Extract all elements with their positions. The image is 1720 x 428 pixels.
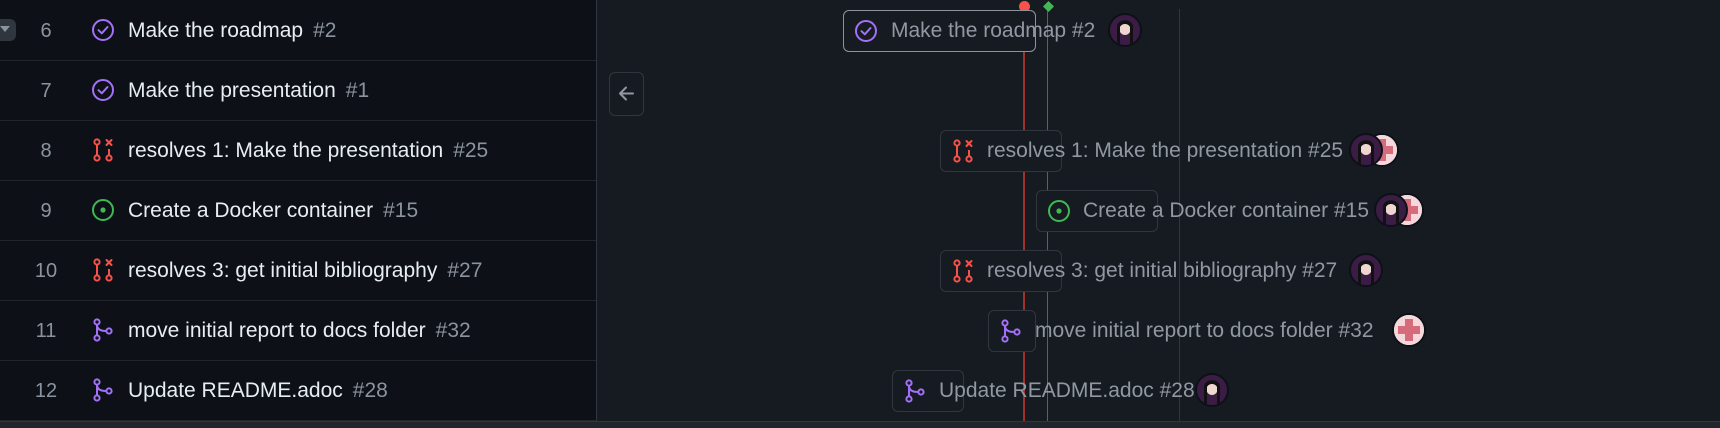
pull-request-merged-icon <box>93 318 113 342</box>
row-title: Make the presentation <box>128 79 336 102</box>
pull-request-merged-icon <box>1001 319 1021 343</box>
pull-request-merged-icon <box>905 379 925 403</box>
issue-open-icon <box>1048 200 1070 222</box>
table-row[interactable]: 12 Update README.adoc #28 <box>0 360 596 421</box>
row-title: resolves 1: Make the presentation <box>128 139 444 162</box>
items-table: 6 Make the roadmap #2 7 Make the presenta… <box>0 0 597 427</box>
issue-closed-icon <box>92 79 114 101</box>
table-row[interactable]: 9 Create a Docker container #15 <box>0 180 596 241</box>
table-row[interactable]: 7 Make the presentation #1 <box>0 60 596 121</box>
roadmap-item-label: move initial report to docs folder #32 <box>1035 319 1374 342</box>
table-row[interactable]: 11 move initial report to docs folder #32 <box>0 300 596 361</box>
assignee-avatar[interactable] <box>1392 313 1426 347</box>
assignee-avatar[interactable] <box>1349 133 1383 167</box>
pull-request-merged-icon <box>93 378 113 402</box>
user-avatar-icon <box>1376 195 1406 225</box>
issue-closed-icon <box>855 20 877 42</box>
row-issue-number: #25 <box>453 139 489 162</box>
iteration-marker-diamond[interactable] <box>1043 1 1054 12</box>
assignee-avatar[interactable] <box>1195 373 1229 407</box>
row-title: resolves 3: get initial bibliography <box>128 259 438 282</box>
row-title-link[interactable]: Create a Docker container #15 <box>128 199 418 223</box>
table-row[interactable]: 6 Make the roadmap #2 <box>0 0 596 61</box>
row-issue-number: #27 <box>447 259 483 282</box>
user-avatar-icon <box>1351 135 1381 165</box>
row-title-link[interactable]: Make the presentation #1 <box>128 79 369 103</box>
roadmap-item-label: resolves 1: Make the presentation #25 <box>987 139 1344 162</box>
row-number: 6 <box>40 20 52 42</box>
row-title-link[interactable]: Make the roadmap #2 <box>128 19 336 43</box>
user-avatar-icon <box>1197 375 1227 405</box>
user-avatar-icon <box>1351 255 1381 285</box>
row-issue-number: #1 <box>345 79 370 102</box>
pull-request-closed-icon <box>93 138 113 162</box>
today-line <box>1023 9 1025 421</box>
roadmap-item-label: Create a Docker container #15 <box>1083 199 1369 222</box>
roadmap-item-label: Update README.adoc #28 <box>939 379 1195 402</box>
row-issue-number: #15 <box>383 199 419 222</box>
row-title-link[interactable]: move initial report to docs folder #32 <box>128 319 471 343</box>
arrow-left-icon <box>619 86 634 101</box>
row-title: Make the roadmap <box>128 19 304 42</box>
table-row[interactable]: 10 resolves 3: get initial bibliography #… <box>0 240 596 301</box>
pull-request-closed-icon <box>93 258 113 282</box>
assignee-avatar[interactable] <box>1374 193 1408 227</box>
assignee-avatar[interactable] <box>1349 253 1383 287</box>
user-avatar-icon <box>1110 15 1140 45</box>
row-title: Create a Docker container <box>128 199 374 222</box>
row-number: 10 <box>34 260 58 282</box>
assignee-avatar[interactable] <box>1108 13 1142 47</box>
pull-request-closed-icon <box>953 259 973 283</box>
row-number: 12 <box>34 380 58 402</box>
row-title-link[interactable]: Update README.adoc #28 <box>128 379 388 403</box>
issue-open-icon <box>92 199 114 221</box>
row-issue-number: #2 <box>313 19 337 42</box>
roadmap-item-bar[interactable] <box>988 310 1036 352</box>
row-title-link[interactable]: resolves 3: get initial bibliography #27 <box>128 259 482 283</box>
scroll-to-item-button[interactable] <box>609 72 644 116</box>
row-issue-number: #32 <box>435 319 471 342</box>
row-title: Update README.adoc <box>128 379 343 402</box>
row-title-link[interactable]: resolves 1: Make the presentation #25 <box>128 139 488 163</box>
user-avatar-icon <box>1394 315 1424 345</box>
roadmap-item-label: resolves 3: get initial bibliography #27 <box>987 259 1338 282</box>
roadmap-item-label: Make the roadmap #2 <box>891 19 1096 42</box>
table-row[interactable]: 8 resolves 1: Make the presentation #25 <box>0 120 596 181</box>
row-number: 8 <box>40 140 52 162</box>
pull-request-closed-icon <box>953 139 973 163</box>
issue-closed-icon <box>92 19 114 41</box>
row-issue-number: #28 <box>352 379 388 402</box>
caret-down-icon <box>0 26 10 32</box>
row-title: move initial report to docs folder <box>128 319 426 342</box>
row-number: 11 <box>35 320 57 342</box>
row-number: 9 <box>40 200 52 222</box>
group-collapse-button[interactable] <box>0 19 16 41</box>
row-number: 7 <box>40 80 52 102</box>
